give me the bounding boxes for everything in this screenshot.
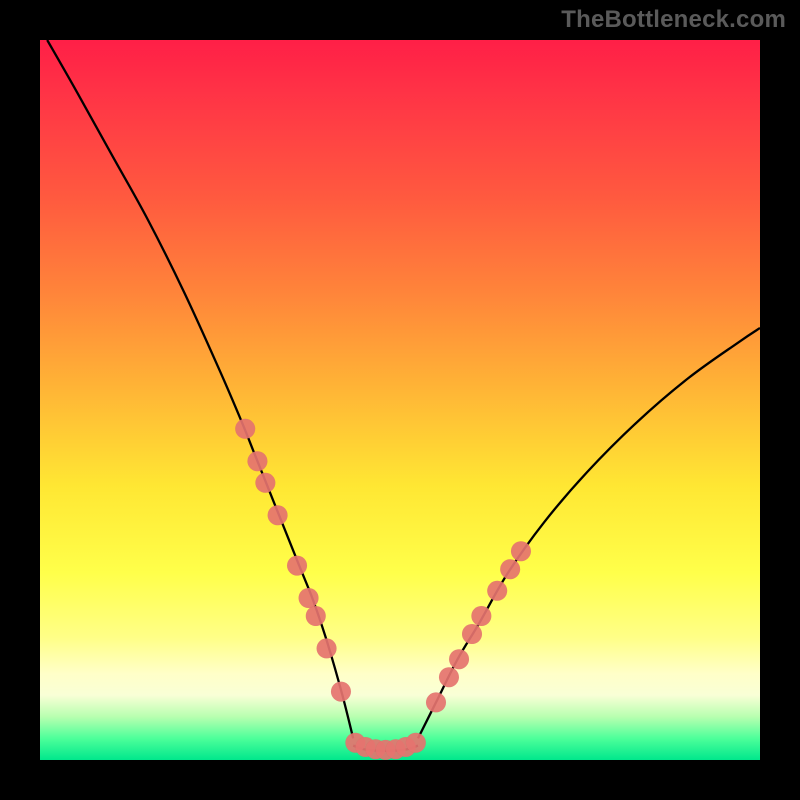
marker-left [331,682,351,702]
data-markers [235,419,531,760]
marker-right [471,606,491,626]
marker-plateau [406,733,426,753]
marker-right [511,541,531,561]
marker-right [439,667,459,687]
marker-right [500,559,520,579]
marker-right [487,581,507,601]
curve-right-branch [418,328,760,738]
marker-right [462,624,482,644]
curve-left-branch [47,40,353,738]
marker-left [255,473,275,493]
marker-left [268,505,288,525]
marker-left [306,606,326,626]
marker-left [235,419,255,439]
marker-right [426,692,446,712]
watermark-text: TheBottleneck.com [561,6,786,34]
marker-left [247,451,267,471]
marker-left [287,556,307,576]
marker-left [317,638,337,658]
marker-right [449,649,469,669]
plot-area [40,40,760,760]
marker-left [299,588,319,608]
chart-frame: TheBottleneck.com [0,0,800,800]
bottleneck-curve [40,40,760,760]
